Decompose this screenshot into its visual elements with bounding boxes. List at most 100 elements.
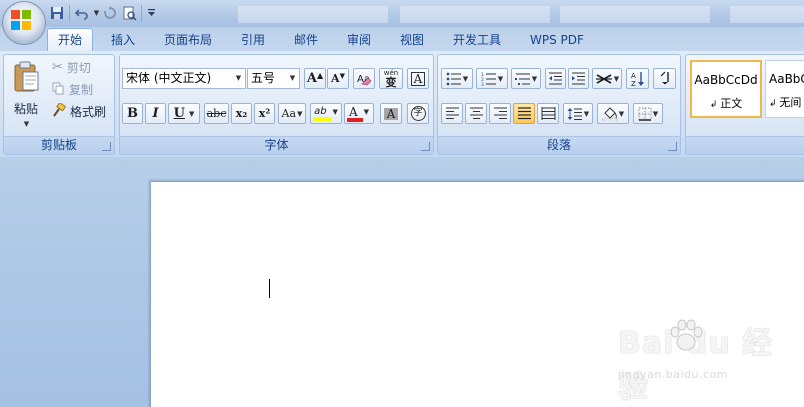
tab-view[interactable]: 视图 — [390, 29, 434, 52]
redo-icon[interactable] — [101, 4, 119, 22]
clipboard-icon — [14, 61, 39, 91]
enclose-characters-button[interactable]: 字 — [407, 103, 429, 124]
increase-indent-button[interactable] — [568, 68, 589, 89]
svg-text:3: 3 — [481, 82, 484, 86]
cut-button[interactable]: ✂ 剪切 — [52, 59, 91, 76]
sort-icon: AZ — [631, 71, 644, 87]
justify-button[interactable] — [513, 103, 535, 124]
sort-button[interactable]: AZ — [626, 68, 649, 89]
shading-button[interactable]: ▼ — [597, 103, 629, 124]
tab-mailings[interactable]: 邮件 — [284, 29, 328, 52]
paste-label: 粘贴 — [13, 101, 38, 116]
style-sample: AaBbCcDd — [694, 73, 758, 87]
character-border-button[interactable]: A — [407, 68, 429, 89]
chevron-down-icon: ▼ — [289, 74, 296, 82]
superscript-button[interactable]: x² — [254, 103, 275, 124]
dialog-launcher-icon[interactable] — [102, 142, 111, 151]
shrink-font-button[interactable]: A ▼ — [327, 68, 349, 89]
justify-icon — [517, 107, 531, 120]
show-marks-button[interactable] — [653, 68, 676, 89]
group-label: 剪贴板 — [4, 136, 114, 154]
italic-button[interactable]: I — [145, 103, 166, 124]
font-color-button[interactable]: A ▼ — [344, 103, 374, 124]
phonetic-guide-button[interactable]: wén 变 — [379, 68, 403, 89]
undo-dropdown-icon[interactable]: ▼ — [92, 4, 100, 22]
change-case-icon: Aa — [281, 107, 297, 120]
highlight-color-swatch — [313, 117, 331, 121]
shrink-font-icon: A — [331, 72, 340, 85]
strikethrough-button[interactable]: abc — [204, 103, 229, 124]
style-no-spacing[interactable]: AaBbC ↲ 无间 — [765, 60, 804, 118]
tab-review[interactable]: 审阅 — [337, 29, 381, 52]
copy-icon — [52, 82, 65, 98]
svg-text:A: A — [631, 72, 636, 80]
align-left-button[interactable] — [441, 103, 463, 124]
style-sample: AaBbC — [769, 72, 804, 86]
font-size-select[interactable]: 五号 ▼ — [247, 68, 300, 89]
svg-text:Z: Z — [631, 80, 636, 87]
character-border-icon: A — [410, 71, 426, 86]
borders-button[interactable]: ▼ — [633, 103, 663, 124]
paste-button[interactable]: 粘贴 ▼ — [6, 56, 46, 132]
align-left-icon — [445, 107, 459, 119]
bullets-button[interactable]: ▼ — [441, 68, 473, 89]
text-cursor — [269, 279, 270, 298]
cut-label: 剪切 — [66, 61, 91, 75]
background-window-tab — [238, 6, 388, 23]
grow-font-button[interactable]: A ▲ — [304, 68, 326, 89]
distributed-align-icon — [541, 107, 555, 120]
style-normal[interactable]: AaBbCcDd ↲ 正文 — [690, 60, 762, 118]
enclose-characters-icon: 字 — [410, 106, 426, 121]
align-right-button[interactable] — [489, 103, 511, 124]
bold-icon: B — [127, 106, 138, 121]
scissors-icon: ✂ — [52, 60, 63, 75]
font-size-value: 五号 — [251, 71, 276, 85]
style-name: ↲ 正文 — [709, 97, 743, 110]
paintbrush-icon — [52, 101, 67, 120]
distributed-button[interactable] — [537, 103, 559, 124]
tab-wps-pdf[interactable]: WPS PDF — [520, 29, 594, 52]
save-icon[interactable] — [48, 4, 66, 22]
underline-button[interactable]: U ▼ — [168, 103, 200, 124]
dialog-launcher-icon[interactable] — [421, 142, 430, 151]
group-label — [686, 136, 804, 154]
change-case-button[interactable]: Aa ▼ — [278, 103, 306, 124]
line-spacing-button[interactable]: ▼ — [563, 103, 593, 124]
background-window-tab — [560, 6, 710, 23]
italic-icon: I — [152, 106, 159, 121]
character-shading-button[interactable]: A — [380, 103, 402, 124]
subscript-button[interactable]: x₂ — [231, 103, 252, 124]
tab-insert[interactable]: 插入 — [101, 29, 145, 52]
tab-references[interactable]: 引用 — [231, 29, 275, 52]
bullet-list-icon — [446, 72, 461, 85]
multilevel-list-button[interactable]: ▼ — [511, 68, 541, 89]
decrease-indent-icon — [549, 72, 562, 85]
superscript-icon: x² — [258, 107, 271, 120]
toolbar-separator — [69, 5, 70, 21]
align-center-icon — [469, 107, 483, 119]
bold-button[interactable]: B — [122, 103, 143, 124]
highlight-button[interactable]: ab ▼ — [310, 103, 342, 124]
font-name-select[interactable]: 宋体 (中文正文) ▼ — [122, 68, 246, 89]
dialog-launcher-icon[interactable] — [668, 142, 677, 151]
customize-dropdown-icon[interactable] — [145, 4, 157, 22]
tab-developer[interactable]: 开发工具 — [443, 29, 511, 52]
decrease-indent-button[interactable] — [545, 68, 566, 89]
line-spacing-icon — [567, 107, 582, 120]
chinese-layout-button[interactable]: ▼ — [592, 68, 622, 89]
group-label: 字体 — [120, 136, 433, 154]
clear-formatting-button[interactable]: Aa — [353, 68, 375, 89]
font-color-icon: A — [348, 104, 358, 119]
style-name: ↲ 无间 — [769, 96, 802, 109]
numbering-button[interactable]: 1 2 3 ▼ — [476, 68, 508, 89]
print-preview-icon[interactable] — [120, 4, 138, 22]
copy-button[interactable]: 复制 — [52, 81, 93, 98]
paint-bucket-icon — [602, 107, 618, 121]
align-center-button[interactable] — [465, 103, 487, 124]
baidu-watermark: Bai du 经验 — [618, 318, 804, 406]
tab-page-layout[interactable]: 页面布局 — [154, 29, 222, 52]
format-painter-button[interactable]: 格式刷 — [52, 101, 106, 120]
tab-home[interactable]: 开始 — [47, 28, 94, 52]
multilevel-list-icon — [514, 73, 530, 85]
undo-icon[interactable] — [73, 4, 91, 22]
